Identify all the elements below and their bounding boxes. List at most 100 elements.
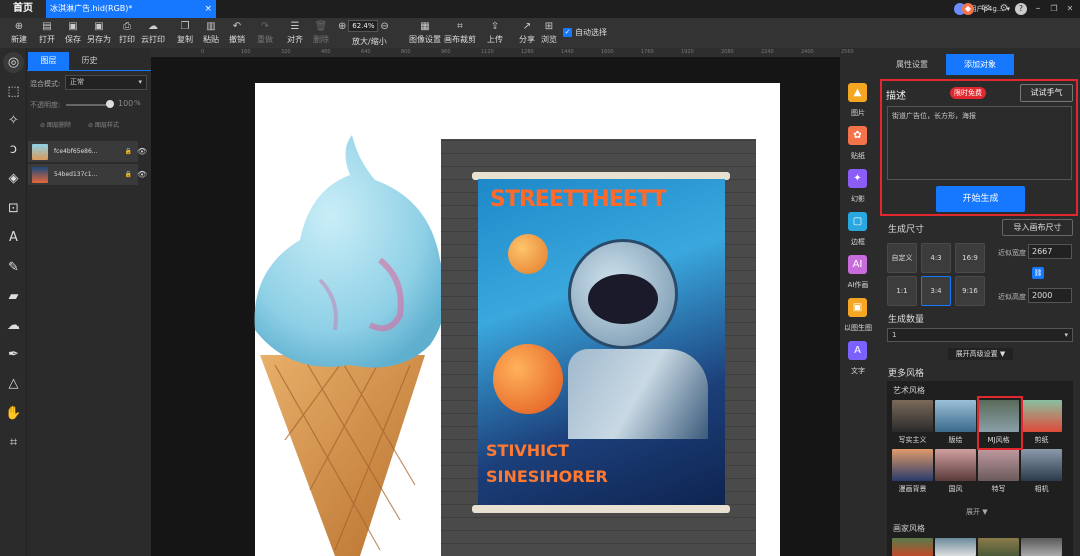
eye-icon[interactable]: 👁 [137,170,147,179]
autoselect-checkbox[interactable]: ✓ 自动选择 [563,27,607,38]
ratio-option[interactable]: 16:9 [955,243,985,273]
count-select[interactable]: 1 ▾ [887,328,1073,342]
opacity-value[interactable]: 100 [118,99,133,108]
ruler-tick-label: 960 [441,49,451,55]
ratio-option-selected[interactable]: 3:4 [921,276,951,306]
mail-icon[interactable]: ✉ [980,3,992,15]
zoom-in-icon[interactable]: ⊕ [338,21,346,32]
import-canvas-size-button[interactable]: 导入画布尺寸 [1002,219,1073,236]
ratio-option[interactable]: 自定义 [887,243,917,273]
height-input[interactable]: 2000 [1028,288,1072,303]
pen-icon[interactable]: ✒ [3,344,24,365]
minimize-button[interactable]: – [1032,3,1044,15]
style-thumbnail[interactable] [935,400,976,432]
zoom-input[interactable]: 62.4% [348,20,379,32]
opacity-slider[interactable] [66,104,110,106]
tab-layers[interactable]: 图层 [28,52,69,70]
toolbar-button[interactable]: ⇪ 上传 [478,18,512,48]
tab-history[interactable]: 历史 [69,52,110,70]
zoom-out-icon[interactable]: ⊖ [380,21,388,32]
move-tool-icon[interactable]: ◎ [3,52,24,73]
object-type-icon[interactable]: ▢ [848,212,867,231]
brush-icon[interactable]: ✎ [3,257,24,278]
opacity-slider-handle[interactable] [106,100,114,108]
toolbar-button[interactable]: ⊞ 浏览 [532,18,566,48]
object-type-icon[interactable]: AI [848,255,867,274]
generate-button[interactable]: 开始生成 [936,186,1025,212]
object-type-icon[interactable]: A [848,341,867,360]
toolbar-button[interactable]: ☁ 云打印 [138,18,168,48]
vip-icon[interactable]: ◆ [962,3,974,15]
toolbar-icon: ⇪ [490,21,500,32]
layer-style-button[interactable]: ⊘ 图层样式 [88,118,119,134]
shape-tool-icon[interactable]: △ [3,373,24,394]
text-tool-icon[interactable]: A [3,227,24,248]
tool-strip: ◎ ⬚ ✧ ↄ ◈ ⊡ A ✎ ▰ ☁ ✒ △ ✋ ⌗ [0,48,27,556]
object-type-icon[interactable]: ✦ [848,169,867,188]
close-window-button[interactable]: ✕ [1064,3,1076,15]
ratio-option[interactable]: 1:1 [887,276,917,306]
tab-properties[interactable]: 属性设置 [878,54,946,75]
free-badge: 限时免费 [950,87,986,99]
object-type-icon[interactable]: ▣ [848,298,867,317]
style-thumbnail[interactable] [892,538,933,556]
layer-row[interactable]: fce4bf65e86... 🔒 [28,141,138,163]
ice-cream-image[interactable] [240,130,460,556]
toolbar-button[interactable]: 🗑 删除 [306,18,336,48]
lasso-icon[interactable]: ↄ [3,139,24,160]
magic-wand-icon[interactable]: ✧ [3,110,24,131]
maximize-button[interactable]: ❐ [1048,3,1060,15]
object-type-icon[interactable]: ✿ [848,126,867,145]
toolbar-button[interactable]: ↶ 撤销 [222,18,252,48]
style-thumbnail[interactable] [1021,538,1062,556]
tab-document[interactable]: 冰淇淋广告.hid(RGB)* × [46,0,216,18]
tab-home[interactable]: 首页 [0,0,46,18]
poster[interactable]: STREETTHEETT STIVHICT SINESIHORER [478,179,725,506]
width-input[interactable]: 2667 [1028,244,1072,259]
hand-icon[interactable]: ✋ [3,403,24,424]
style-thumbnail[interactable] [935,538,976,556]
style-thumbnail[interactable] [978,538,1019,556]
delete-layer-button[interactable]: ⊘ 图层删除 [40,118,71,134]
toolbar-button[interactable]: ▦ 图像设置 [408,18,442,48]
toolbar-icon: ▣ [94,21,104,32]
toolbar-button[interactable]: ⌗ 画布裁剪 [443,18,477,48]
description-textarea[interactable]: 街道广告位，长方形，海报 [887,106,1072,180]
help-icon[interactable]: ? [1015,3,1027,15]
eraser-icon[interactable]: ▰ [3,286,24,307]
style-thumbnail[interactable] [935,449,976,481]
advanced-settings-button[interactable]: 展开高级设置 ▼ [948,348,1013,360]
layer-row[interactable]: 54bed137c1... 🔒 [28,164,138,186]
try-luck-button[interactable]: 试试手气 [1020,84,1073,102]
style-thumbnail[interactable] [892,449,933,481]
toolbar-label: 另存为 [87,35,111,44]
style-thumbnail[interactable] [892,400,933,432]
ratio-option[interactable]: 4:3 [921,243,951,273]
tab-add-object[interactable]: 添加对象 [946,54,1014,75]
lock-icon[interactable]: 🔒 [125,164,132,186]
blend-mode-select[interactable]: 正常 ▾ [65,75,147,90]
chevron-down-icon: ▾ [138,78,142,86]
horizontal-ruler: 0 160 320 480 640 800 960 1120 1280 1440 1600 1760 1… [151,48,854,57]
fx-icon: ⊘ [88,122,95,129]
marquee-tool-icon[interactable]: ⬚ [3,81,24,102]
eye-icon[interactable]: 👁 [137,147,147,156]
toolbar-button[interactable]: ↷ 重做 [250,18,280,48]
smudge-icon[interactable]: ☁ [3,315,24,336]
blend-mode-value: 正常 [70,78,84,86]
object-type-icon[interactable]: ▲ [848,83,867,102]
style-thumbnail[interactable] [1021,400,1062,432]
expand-styles-button[interactable]: 展开 ▼ [966,507,988,517]
link-icon[interactable]: ⛓ [1032,267,1044,279]
gear-icon[interactable]: ⚙ [998,3,1010,15]
ratio-option[interactable]: 9:16 [955,276,985,306]
fill-bucket-icon[interactable]: ◈ [3,168,24,189]
style-thumbnail[interactable] [978,449,1019,481]
toolbar-button[interactable]: ⊕ 新建 [4,18,34,48]
style-thumbnail[interactable] [1021,449,1062,481]
crop-icon[interactable]: ⌗ [3,432,24,453]
toolbar-button[interactable]: ▣ 另存为 [84,18,114,48]
lock-icon[interactable]: 🔒 [125,141,132,163]
text-box-icon[interactable]: ⊡ [3,198,24,219]
close-tab-icon[interactable]: × [204,0,212,18]
